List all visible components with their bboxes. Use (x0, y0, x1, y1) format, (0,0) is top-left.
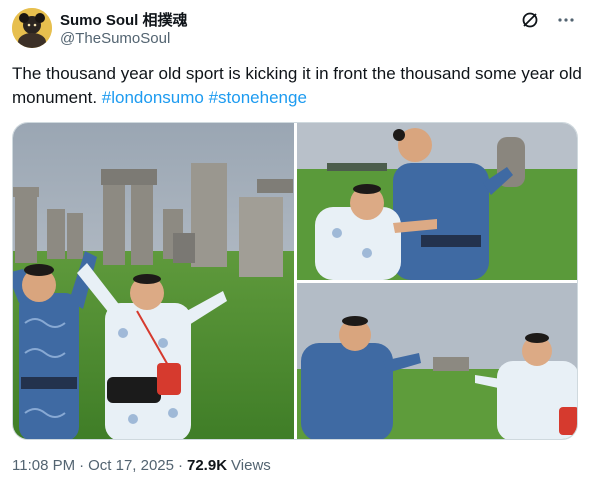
hashtag-londonsumo[interactable]: #londonsumo (102, 88, 204, 107)
header-actions (520, 10, 576, 30)
grok-icon[interactable] (520, 10, 540, 30)
tweet-text: The thousand year old sport is kicking i… (12, 62, 584, 110)
meta-separator: · (79, 457, 85, 474)
photo-holding-stonehenge[interactable] (297, 283, 577, 439)
views-label: Views (231, 457, 271, 474)
tweet-date[interactable]: Oct 17, 2025 (88, 457, 174, 474)
media-grid (12, 122, 578, 440)
author-handle[interactable]: @TheSumoSoul (60, 30, 170, 47)
photo-stonehenge-arms-raised[interactable] (13, 123, 294, 439)
views-count: 72.9K (187, 457, 228, 474)
more-icon[interactable] (556, 10, 576, 30)
meta-separator-2: · (178, 457, 183, 474)
author-display-name[interactable]: Sumo Soul 相撲魂 (60, 9, 188, 30)
top-strip (0, 0, 598, 4)
hashtag-stonehenge[interactable]: #stonehenge (209, 88, 307, 107)
avatar-image (12, 8, 52, 48)
tweet-time[interactable]: 11:08 PM (12, 457, 75, 474)
author-name-row[interactable]: Sumo Soul 相撲魂 (60, 9, 188, 30)
photo-lean-on-wrestler[interactable] (297, 123, 577, 280)
tweet-meta: 11:08 PM · Oct 17, 2025 · 72.9K Views (12, 457, 271, 474)
avatar[interactable] (12, 8, 52, 48)
